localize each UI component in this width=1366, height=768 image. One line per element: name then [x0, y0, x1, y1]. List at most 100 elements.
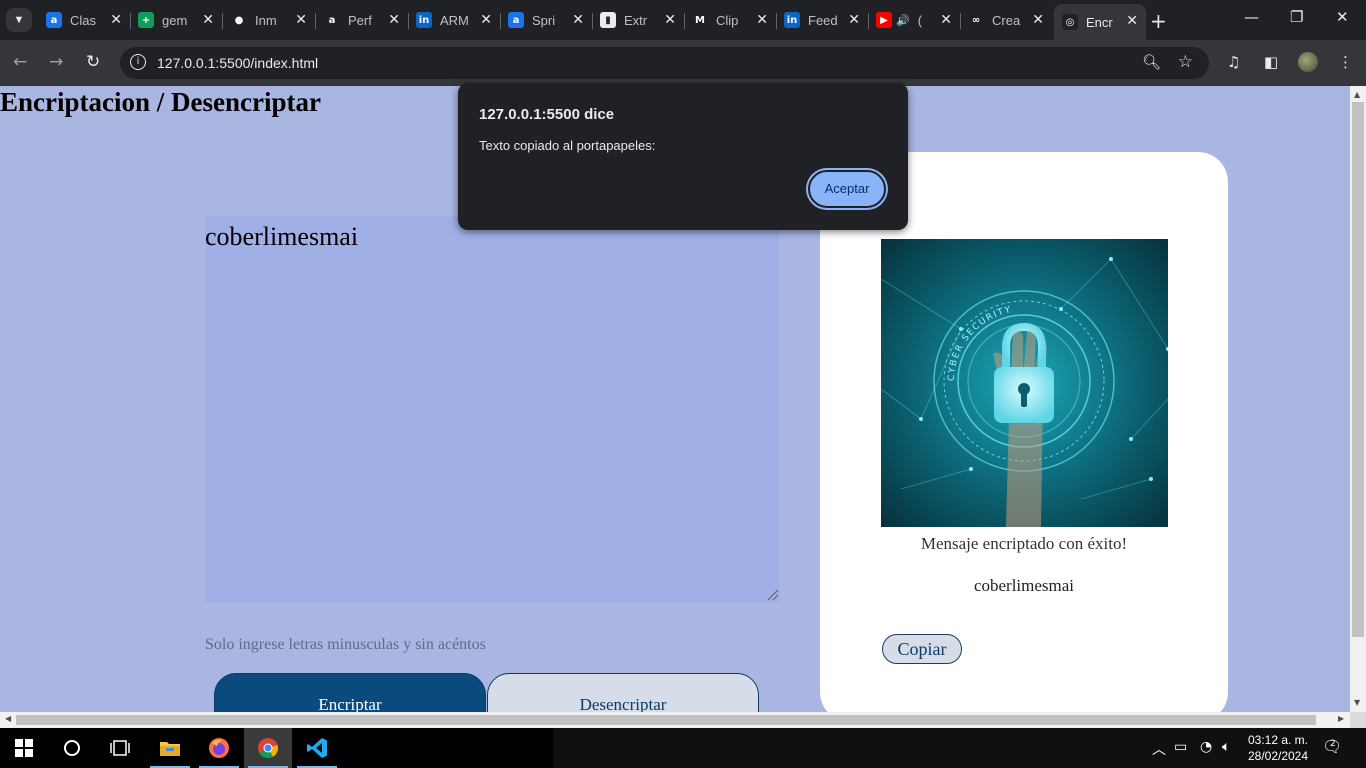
scroll-corner — [1350, 712, 1366, 728]
close-tab-icon[interactable]: ✕ — [1032, 12, 1044, 28]
close-tab-icon[interactable]: ✕ — [1126, 13, 1138, 29]
show-hidden-icons-icon[interactable]: ︿ — [1152, 739, 1166, 759]
browser-tab[interactable]: + gem ✕ — [130, 6, 223, 34]
close-tab-icon[interactable]: ✕ — [295, 12, 307, 28]
clock-time: 03:12 a. m. — [1247, 733, 1309, 747]
close-tab-icon[interactable]: ✕ — [940, 12, 952, 28]
browser-tab[interactable]: a Perf ✕ — [316, 6, 409, 34]
tab-title: Feed — [808, 12, 838, 28]
close-tab-icon[interactable]: ✕ — [756, 12, 768, 28]
audio-playing-icon[interactable]: 🔊 — [896, 14, 910, 27]
tab-title: Crea — [992, 12, 1021, 28]
result-text: coberlimesmai — [973, 576, 1075, 595]
scroll-up-icon[interactable]: ▲ — [1354, 90, 1360, 99]
browser-tab[interactable]: M Clip ✕ — [684, 6, 777, 34]
profile-avatar[interactable] — [1298, 52, 1318, 72]
trello-icon: ▮ — [600, 12, 616, 28]
minimize-icon[interactable]: — — [1244, 8, 1259, 26]
bookmark-star-icon[interactable]: ☆ — [1178, 52, 1193, 72]
menu-kebab-icon[interactable]: ⋮ — [1338, 53, 1353, 71]
browser-tab[interactable]: ◎ Encr ✕ — [1054, 4, 1146, 40]
close-tab-icon[interactable]: ✕ — [110, 12, 122, 28]
tab-title: Spri — [532, 12, 556, 28]
windows-logo-icon — [15, 739, 33, 757]
firefox-button[interactable] — [195, 728, 243, 768]
close-tab-icon[interactable]: ✕ — [848, 12, 860, 28]
tab-title: ARM — [440, 12, 469, 28]
start-button[interactable] — [0, 728, 48, 768]
browser-tab[interactable]: in ARM ✕ — [408, 6, 501, 34]
taskbar-clock[interactable]: 03:12 a. m. 28/02/2024 — [1242, 732, 1314, 764]
browser-tab[interactable]: ▮ Extr ✕ — [592, 6, 685, 34]
github-icon: ● — [231, 12, 247, 28]
close-window-icon[interactable]: ✕ — [1336, 8, 1349, 26]
vscode-button[interactable] — [293, 728, 341, 768]
tab-strip: ▼ a Clas ✕ + gem ✕ ● Inm ✕ a Perf ✕ in ARM ✕ a Spri ✕ ▮ Ext… — [0, 0, 1366, 40]
volume-icon[interactable]: 🔈︎ — [1222, 739, 1230, 755]
linkedin-icon: in — [784, 12, 800, 28]
battery-icon[interactable]: ▭ — [1174, 739, 1187, 755]
linkedin-icon: in — [416, 12, 432, 28]
scroll-left-icon[interactable]: ◀ — [5, 714, 11, 723]
scroll-down-icon[interactable]: ▼ — [1354, 698, 1360, 707]
new-tab-button[interactable]: + — [1150, 9, 1167, 33]
search-circle-icon — [64, 740, 80, 756]
close-tab-icon[interactable]: ✕ — [480, 12, 492, 28]
browser-tab[interactable]: a Clas ✕ — [38, 6, 131, 34]
horizontal-scroll-thumb[interactable] — [16, 715, 1316, 725]
close-tab-icon[interactable]: ✕ — [202, 12, 214, 28]
cortana-search-button[interactable] — [48, 728, 96, 768]
tab-title: Encr — [1086, 14, 1113, 30]
browser-tab[interactable]: ● Inm ✕ — [223, 6, 316, 34]
close-tab-icon[interactable]: ✕ — [572, 12, 584, 28]
tab-title: Extr — [624, 12, 648, 28]
url-text[interactable]: 127.0.0.1:5500/index.html — [157, 55, 318, 71]
zoom-icon[interactable]: 🔍︎ — [1142, 53, 1161, 71]
file-explorer-button[interactable] — [146, 728, 194, 768]
wifi-icon[interactable]: ◔ — [1200, 739, 1212, 755]
back-icon[interactable]: ← — [13, 52, 27, 72]
result-panel: CYBER SECURITY Mensaje encriptado con éx… — [820, 152, 1228, 712]
vscode-icon — [307, 738, 327, 758]
forward-icon[interactable]: → — [49, 52, 63, 72]
sheets-icon: + — [138, 12, 154, 28]
close-tab-icon[interactable]: ✕ — [388, 12, 400, 28]
globe-icon: ◎ — [1062, 14, 1078, 30]
site-info-icon[interactable]: i — [130, 54, 146, 70]
address-bar[interactable]: i 127.0.0.1:5500/index.html 🔍︎ ☆ — [120, 47, 1209, 79]
media-control-icon[interactable]: ♫ — [1227, 53, 1240, 71]
scroll-right-icon[interactable]: ▶ — [1338, 714, 1344, 723]
notification-center-button[interactable]: 🗨︎ 2 — [1322, 737, 1342, 756]
browser-toolbar: ← → ↻ i 127.0.0.1:5500/index.html 🔍︎ ☆ ♫… — [0, 40, 1366, 86]
vertical-scrollbar[interactable]: ▲ ▼ — [1350, 86, 1366, 712]
input-hint: Solo ingrese letras minusculas y sin acé… — [205, 636, 486, 653]
horizontal-scrollbar[interactable]: ◀ ▶ — [0, 712, 1350, 728]
restore-icon[interactable]: ❐ — [1290, 8, 1303, 26]
browser-tab[interactable]: ∞ Crea ✕ — [960, 6, 1052, 34]
alura-icon: a — [508, 12, 524, 28]
copy-button[interactable]: Copiar — [882, 634, 962, 664]
cyber-security-lock-image: CYBER SECURITY — [881, 239, 1168, 527]
tab-title: Clas — [70, 12, 97, 28]
tab-search-button[interactable]: ▼ — [6, 8, 32, 32]
browser-tab[interactable]: ▶ 🔊 (✕ — [868, 6, 961, 34]
reload-icon[interactable]: ↻ — [86, 52, 100, 72]
folder-icon — [160, 742, 180, 756]
chrome-button[interactable] — [244, 728, 292, 768]
textarea-resize-handle[interactable] — [768, 590, 778, 600]
alert-message: Texto copiado al portapapeles: — [479, 138, 656, 153]
tab-title: Clip — [716, 12, 739, 28]
message-textarea[interactable] — [205, 216, 779, 602]
side-panel-icon[interactable]: ◧ — [1264, 53, 1278, 71]
tab-title: Perf — [348, 12, 372, 28]
alert-accept-button[interactable]: Aceptar — [808, 170, 886, 208]
tab-title: gem — [162, 12, 188, 28]
decrypt-button[interactable]: Desencriptar — [487, 673, 759, 712]
vertical-scroll-thumb[interactable] — [1352, 102, 1364, 637]
task-view-button[interactable] — [96, 728, 144, 768]
alura-icon: a — [324, 12, 340, 28]
encrypt-button[interactable]: Encriptar — [214, 673, 486, 712]
close-tab-icon[interactable]: ✕ — [664, 12, 676, 28]
browser-tab[interactable]: a Spri ✕ — [500, 6, 593, 34]
browser-tab[interactable]: in Feed ✕ — [776, 6, 869, 34]
